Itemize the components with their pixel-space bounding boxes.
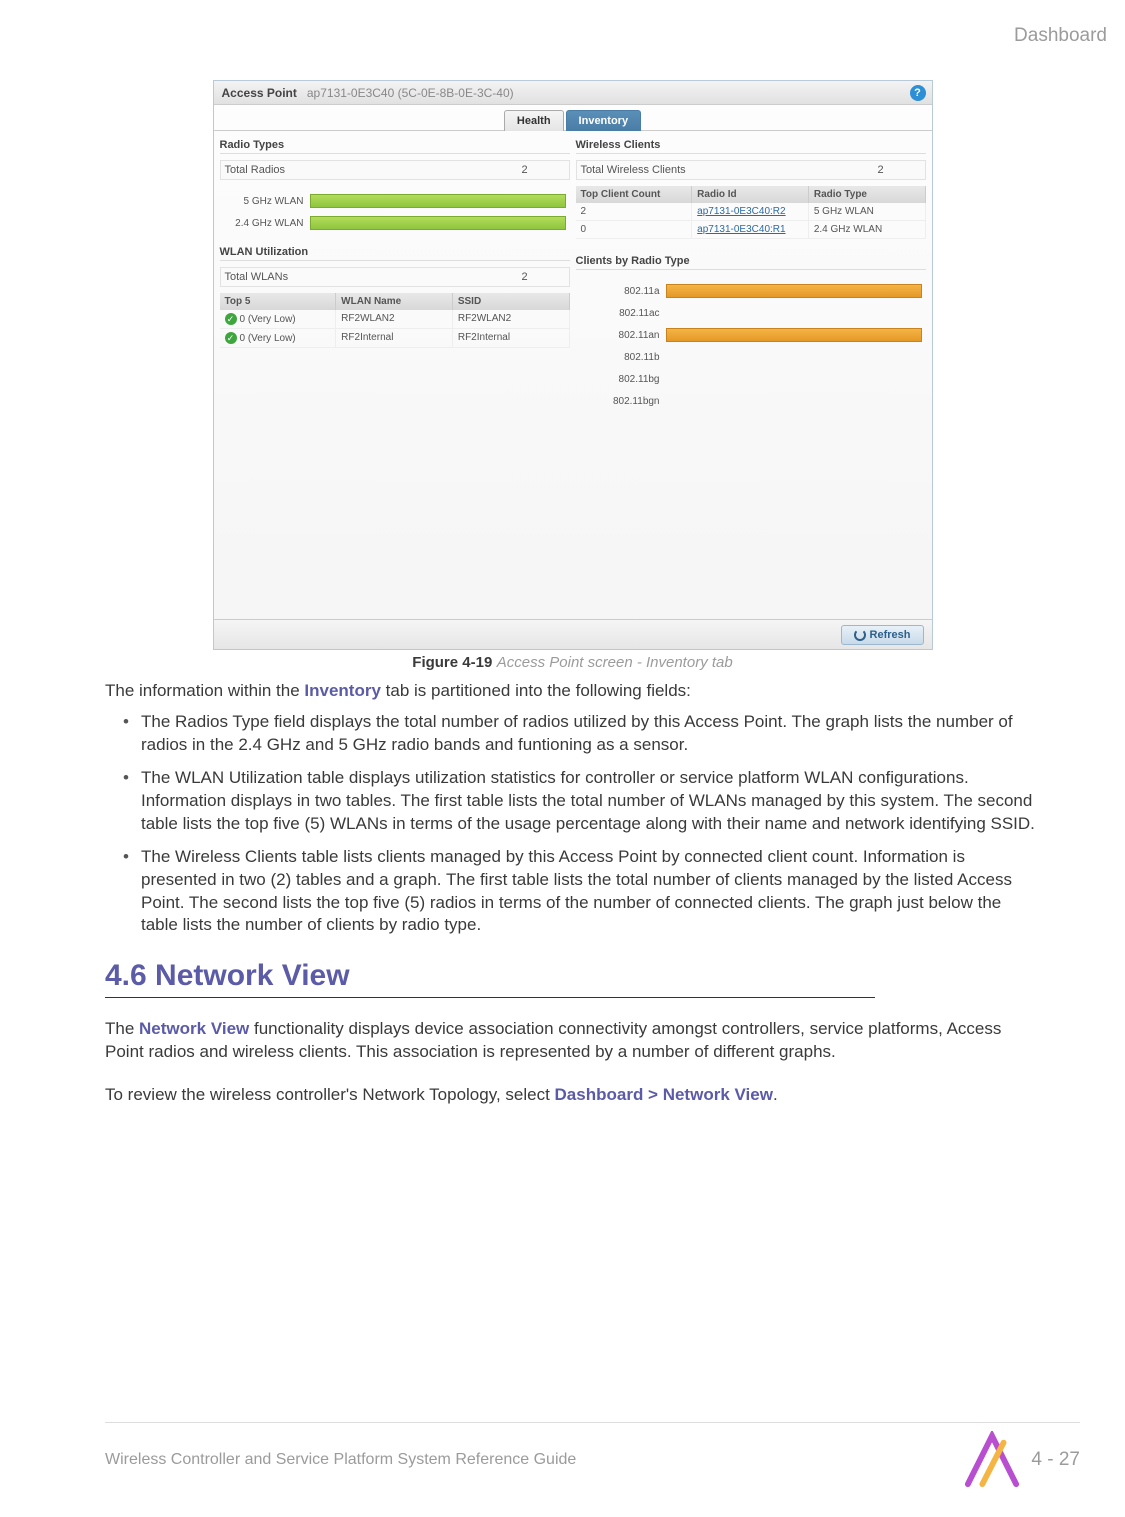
footer-text: Wireless Controller and Service Platform… (105, 1451, 963, 1469)
check-icon: ✓ (225, 313, 237, 325)
total-wlans-value: 2 (485, 271, 565, 283)
cell-ssid: RF2Internal (453, 329, 570, 348)
screenshot-panel: Access Point ap7131-0E3C40 (5C-0E-8B-0E-… (213, 80, 933, 650)
list-item: The WLAN Utilization table displays util… (123, 767, 1040, 836)
check-icon: ✓ (225, 332, 237, 344)
bar-icon (666, 372, 922, 386)
bar-label: 802.11an (580, 330, 660, 341)
cell-name: RF2WLAN2 (336, 310, 453, 329)
cell-score: 0 (Very Low) (240, 314, 296, 325)
page-footer: Wireless Controller and Service Platform… (105, 1422, 1080, 1489)
bar-icon (666, 394, 922, 408)
bar-label: 2.4 GHz WLAN (224, 218, 304, 229)
list-item: The Radios Type field displays the total… (123, 711, 1040, 757)
table-row: 2 ap7131-0E3C40:R2 5 GHz WLAN (576, 203, 926, 221)
bar-label: 802.11bg (580, 374, 660, 385)
refresh-button[interactable]: Refresh (841, 625, 924, 645)
refresh-label: Refresh (870, 629, 911, 641)
title-label: Access Point (222, 86, 297, 100)
tab-inventory[interactable]: Inventory (566, 110, 642, 131)
figure-text: Access Point screen - Inventory tab (497, 654, 733, 671)
total-radios-value: 2 (485, 164, 565, 176)
bar-label: 802.11b (580, 352, 660, 363)
window-titlebar: Access Point ap7131-0E3C40 (5C-0E-8B-0E-… (214, 81, 932, 105)
bar-label: 802.11bgn (580, 396, 660, 407)
total-radios-row: Total Radios 2 (220, 160, 570, 180)
col-top5[interactable]: Top 5 (220, 293, 337, 310)
clients-by-type-chart: 802.11a 802.11ac 802.11an 802.11b 802.11… (576, 276, 926, 416)
cell-type: 5 GHz WLAN (809, 203, 926, 221)
col-ssid[interactable]: SSID (453, 293, 570, 310)
total-radios-label: Total Radios (225, 164, 485, 176)
cell-radio-link[interactable]: ap7131-0E3C40:R2 (692, 203, 809, 221)
bar-icon (666, 306, 922, 320)
table-row: 0 ap7131-0E3C40:R1 2.4 GHz WLAN (576, 221, 926, 239)
radio-types-chart: 5 GHz WLAN 2.4 GHz WLAN (220, 186, 570, 238)
refresh-icon (854, 629, 866, 641)
radio-types-title: Radio Types (220, 137, 570, 154)
intro-text: The information within the Inventory tab… (105, 680, 1040, 703)
list-item: The Wireless Clients table lists clients… (123, 846, 1040, 938)
cell-count: 2 (576, 203, 693, 221)
bar-icon (310, 194, 566, 208)
col-radio-id[interactable]: Radio Id (692, 186, 809, 203)
tab-health[interactable]: Health (504, 110, 564, 131)
table-row: ✓0 (Very Low) RF2Internal RF2Internal (220, 329, 570, 348)
bar-label: 802.11ac (580, 308, 660, 319)
bar-icon (310, 216, 566, 230)
cell-name: RF2Internal (336, 329, 453, 348)
total-wlans-row: Total WLANs 2 (220, 267, 570, 287)
cell-count: 0 (576, 221, 693, 239)
clients-by-type-title: Clients by Radio Type (576, 253, 926, 270)
help-icon[interactable]: ? (910, 85, 926, 101)
cell-score: 0 (Very Low) (240, 333, 296, 344)
bar-label: 802.11a (580, 286, 660, 297)
paragraph: The Network View functionality displays … (105, 1018, 1040, 1064)
cell-type: 2.4 GHz WLAN (809, 221, 926, 239)
section-rule (105, 997, 875, 998)
total-wlans-label: Total WLANs (225, 271, 485, 283)
header-section: Dashboard (1014, 25, 1107, 47)
figure-caption: Figure 4-19 Access Point screen - Invent… (105, 654, 1040, 672)
total-clients-label: Total Wireless Clients (581, 164, 841, 176)
col-wlan-name[interactable]: WLAN Name (336, 293, 453, 310)
figure-number: Figure 4-19 (412, 654, 492, 671)
wireless-clients-title: Wireless Clients (576, 137, 926, 154)
wlan-table: Top 5 WLAN Name SSID ✓0 (Very Low) RF2WL… (220, 293, 570, 348)
col-radio-type[interactable]: Radio Type (809, 186, 926, 203)
tab-bar: Health Inventory (214, 105, 932, 131)
table-row: ✓0 (Very Low) RF2WLAN2 RF2WLAN2 (220, 310, 570, 329)
device-name: ap7131-0E3C40 (5C-0E-8B-0E-3C-40) (307, 86, 514, 100)
total-clients-row: Total Wireless Clients 2 (576, 160, 926, 180)
total-clients-value: 2 (841, 164, 921, 176)
cell-radio-link[interactable]: ap7131-0E3C40:R1 (692, 221, 809, 239)
bar-icon (666, 350, 922, 364)
page-number: 4 - 27 (1031, 1449, 1080, 1471)
bar-icon (666, 284, 922, 298)
col-top-client[interactable]: Top Client Count (576, 186, 693, 203)
bullet-list: The Radios Type field displays the total… (105, 711, 1040, 937)
wlan-util-title: WLAN Utilization (220, 244, 570, 261)
clients-table: Top Client Count Radio Id Radio Type 2 a… (576, 186, 926, 239)
section-heading: 4.6 Network View (105, 959, 1040, 993)
bar-icon (666, 328, 922, 342)
bar-label: 5 GHz WLAN (224, 196, 304, 207)
paragraph: To review the wireless controller's Netw… (105, 1084, 1040, 1107)
cell-ssid: RF2WLAN2 (453, 310, 570, 329)
footer-logo-icon (963, 1431, 1021, 1489)
